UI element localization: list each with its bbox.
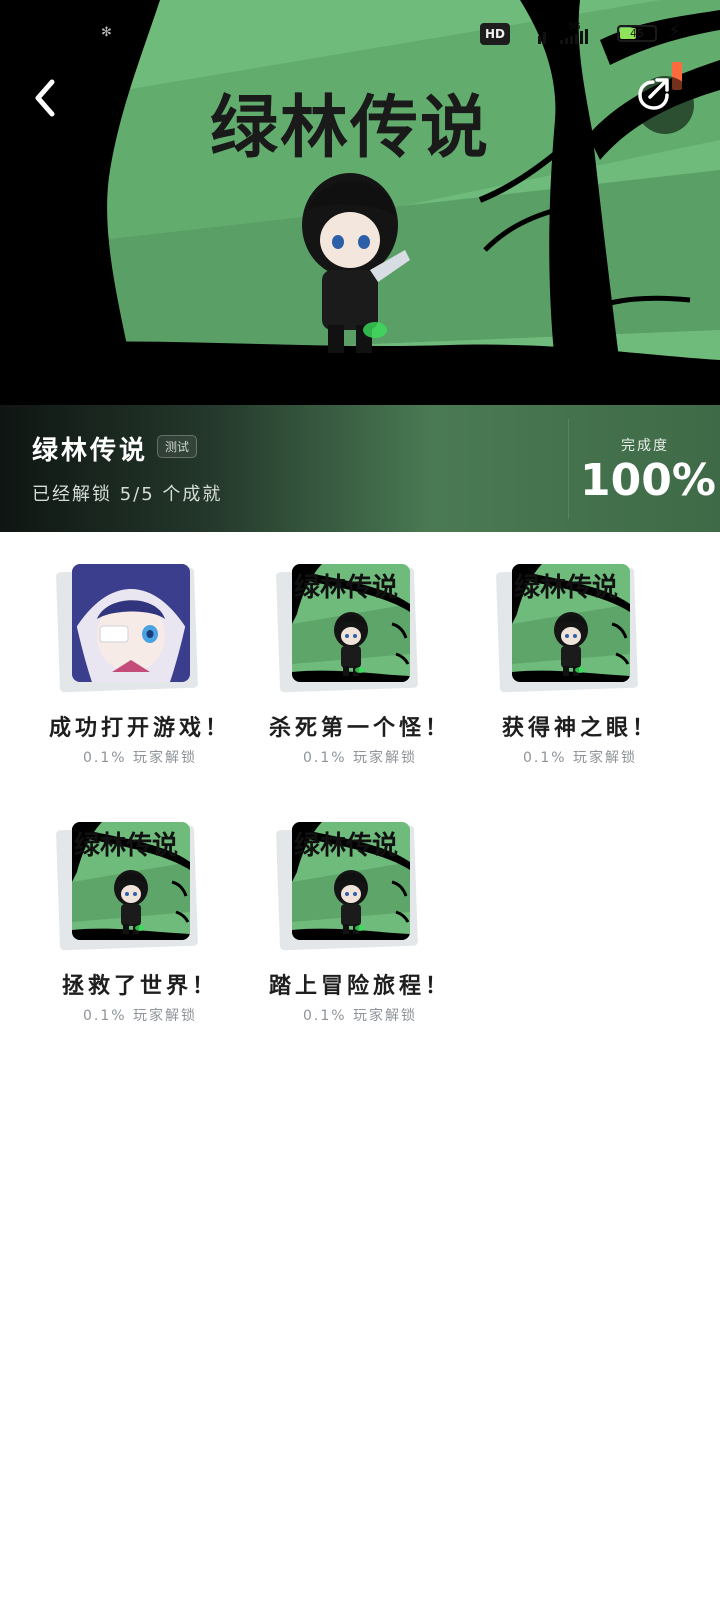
achievement-rate: 0.1% 玩家解锁 bbox=[302, 1008, 418, 1024]
achievement-name: 拯救了世界！ bbox=[61, 974, 218, 999]
battery-icon: 45 bbox=[617, 25, 657, 42]
divider bbox=[568, 419, 569, 519]
achievement-rate: 0.1% 玩家解锁 bbox=[82, 1008, 198, 1024]
game-hero-banner: ✻ HD 5G 45 ⚡ 绿林传说 bbox=[0, 0, 720, 405]
unlocked-count: 已经解锁 5/5 个成就 bbox=[32, 484, 223, 505]
achievement-image-game-cover: 绿林传说 bbox=[292, 822, 410, 940]
achievement-name: 杀死第一个怪！ bbox=[268, 716, 451, 741]
network-badge: HD bbox=[480, 23, 510, 45]
share-button[interactable] bbox=[636, 76, 694, 134]
achievement-name: 踏上冒险旅程！ bbox=[268, 974, 451, 999]
achievement-rate: 0.1% 玩家解锁 bbox=[82, 750, 198, 766]
achievement-image-anime-girl bbox=[72, 564, 190, 682]
svg-text:绿林传说: 绿林传说 bbox=[514, 573, 618, 603]
achievement-card[interactable]: 成功打开游戏！ 0.1% 玩家解锁 bbox=[30, 532, 250, 772]
game-name: 绿林传说 bbox=[32, 436, 149, 466]
network-type: 5G bbox=[568, 22, 581, 32]
achievement-rate: 0.1% 玩家解锁 bbox=[522, 750, 638, 766]
charging-icon: ⚡ bbox=[668, 21, 681, 42]
svg-text:绿林传说: 绿林传说 bbox=[294, 831, 398, 861]
test-tag: 测试 bbox=[157, 435, 198, 458]
achievement-rate: 0.1% 玩家解锁 bbox=[302, 750, 418, 766]
fan-icon: ✻ bbox=[101, 25, 112, 40]
completion-value: 100% bbox=[580, 455, 716, 506]
chevron-left-icon bbox=[35, 79, 55, 117]
battery-level: 45 bbox=[630, 27, 644, 40]
achievement-name: 成功打开游戏！ bbox=[48, 716, 231, 741]
game-info-panel: 绿林传说 测试 已经解锁 5/5 个成就 完成度 100% bbox=[0, 405, 720, 532]
svg-text:绿林传说: 绿林传说 bbox=[294, 573, 398, 603]
achievement-name: 获得神之眼！ bbox=[501, 716, 658, 741]
achievement-card[interactable]: 绿林传说 拯救了世界！ 0.1% 玩家解锁 bbox=[30, 790, 250, 1030]
completion-label: 完成度 bbox=[621, 438, 669, 454]
signal-icon: 5G bbox=[538, 22, 588, 44]
achievement-card[interactable]: 绿林传说 踏上冒险旅程！ 0.1% 玩家解锁 bbox=[250, 790, 470, 1030]
achievement-image-game-cover: 绿林传说 bbox=[512, 564, 630, 682]
share-icon bbox=[638, 78, 669, 110]
back-button[interactable] bbox=[30, 78, 80, 128]
achievement-card[interactable]: 绿林传说 获得神之眼！ 0.1% 玩家解锁 bbox=[470, 532, 690, 772]
achievement-image-game-cover: 绿林传说 bbox=[292, 564, 410, 682]
achievement-card[interactable]: 绿林传说 杀死第一个怪！ 0.1% 玩家解锁 bbox=[250, 532, 470, 772]
achievement-image-game-cover: 绿林传说 bbox=[72, 822, 190, 940]
status-bar: ✻ HD 5G 45 ⚡ bbox=[0, 0, 720, 70]
hero-title: 绿林传说 bbox=[210, 89, 491, 168]
svg-text:绿林传说: 绿林传说 bbox=[74, 831, 178, 861]
